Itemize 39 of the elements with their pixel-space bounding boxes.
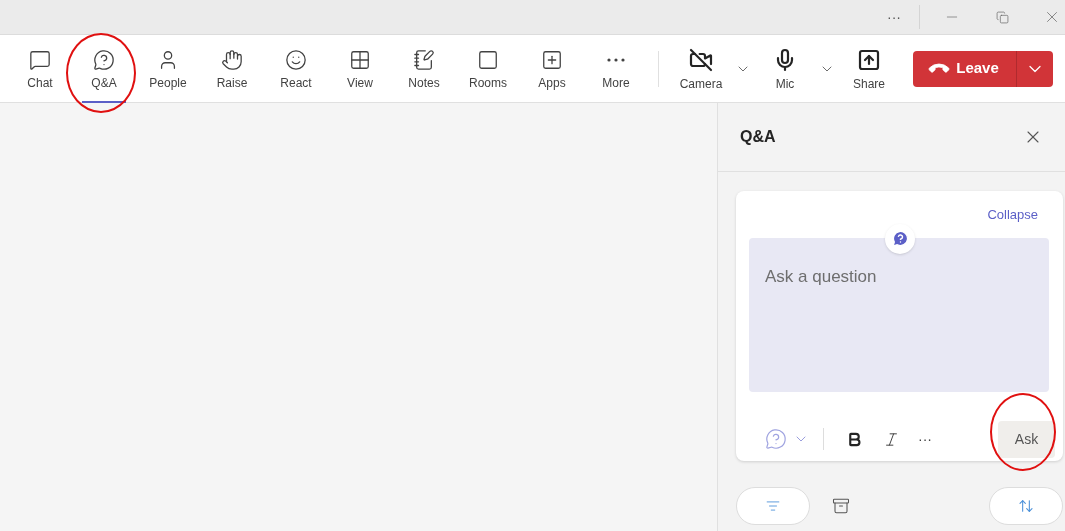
toolbar-button[interactable]: View	[328, 38, 392, 99]
notepad-icon	[413, 48, 435, 71]
toolbar-button[interactable]: React	[264, 38, 328, 99]
device-button[interactable]: Share	[837, 38, 901, 99]
toolbar-button[interactable]: Raise	[200, 38, 264, 99]
restore-icon[interactable]	[996, 10, 1009, 24]
bold-icon[interactable]	[846, 430, 863, 448]
square-icon	[477, 48, 499, 71]
share-icon	[857, 47, 881, 72]
toolbar-button[interactable]: Rooms	[456, 38, 520, 99]
archive-icon[interactable]	[832, 497, 850, 515]
toolbar-button[interactable]: Q&A	[72, 38, 136, 99]
panel-title: Q&A	[740, 127, 776, 147]
toolbar-button[interactable]: Apps	[520, 38, 584, 99]
grid-icon	[349, 48, 371, 71]
more-icon	[607, 57, 625, 62]
question-bubble-icon	[891, 230, 909, 247]
camera-off-icon	[689, 47, 713, 72]
ask-button[interactable]: Ask	[998, 420, 1055, 458]
collapse-link[interactable]: Collapse	[987, 205, 1038, 225]
question-bubble-icon[interactable]	[765, 428, 787, 450]
more-button[interactable]: ···	[887, 6, 901, 28]
toolbar-button[interactable]: People	[136, 38, 200, 99]
chat-icon	[29, 48, 51, 71]
device-button[interactable]: Camera	[669, 38, 733, 99]
toolbar-button[interactable]: More	[584, 38, 648, 99]
sort-icon	[1018, 498, 1034, 514]
device-button[interactable]: Mic	[753, 38, 817, 99]
smiley-icon	[285, 48, 307, 71]
italic-icon[interactable]	[883, 430, 900, 448]
question-field[interactable]: Ask a question	[749, 237, 1049, 392]
plus-square-icon	[541, 48, 563, 71]
leave-button[interactable]: Leave	[913, 50, 1016, 87]
hand-icon	[221, 48, 243, 71]
filter-icon	[766, 499, 780, 513]
toolbar-button[interactable]: Notes	[392, 38, 456, 99]
toolbar-button[interactable]: Chat	[8, 38, 72, 99]
question-bubble-icon	[93, 48, 115, 71]
more-formatting-button[interactable]: ···	[918, 428, 932, 450]
